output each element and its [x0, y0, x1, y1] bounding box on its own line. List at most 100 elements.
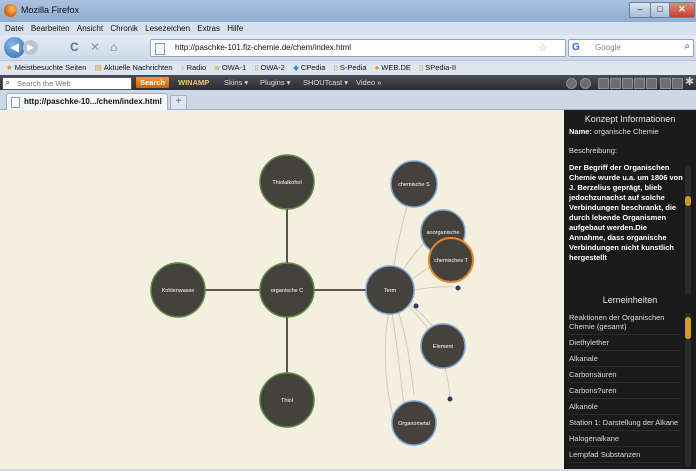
node-term[interactable]: Term: [365, 265, 415, 315]
graph-link: [389, 299, 406, 416]
navigation-bar: ◀ ▶ C ✕ ⌂ http://paschke-101.fiz-chemie.…: [0, 35, 696, 60]
volume-button[interactable]: [672, 78, 683, 89]
list-item[interactable]: Alkanole: [569, 399, 681, 415]
node-chemisches-t[interactable]: chemisches T: [428, 237, 474, 283]
tab-bar: http://paschke-10.../chem/index.html +: [0, 90, 696, 110]
bookmark-cpedia[interactable]: ◆ CPedia: [293, 61, 325, 75]
menu-bar: Datei Bearbeiten Ansicht Chronik Lesezei…: [0, 22, 696, 35]
list-item[interactable]: Halogenalkane: [569, 431, 681, 447]
play-button[interactable]: [610, 78, 621, 89]
menu-lesezeichen[interactable]: Lesezeichen: [145, 22, 190, 35]
url-bar[interactable]: http://paschke-101.fiz-chemie.de/chem/in…: [150, 39, 566, 57]
window-title: Mozilla Firefox: [21, 5, 80, 15]
list-item[interactable]: Station 1: Darstellung der Alkane: [569, 415, 681, 431]
menu-hilfe[interactable]: Hilfe: [227, 22, 243, 35]
concept-graph-area: Thiolalkohol Kohlenwasse organische C Th…: [0, 110, 564, 469]
bookmark-meistbesuchte[interactable]: ★ Meistbesuchte Seiten: [6, 61, 86, 75]
page-icon: [155, 43, 165, 55]
concept-info-header: Konzept Informationen: [584, 114, 676, 124]
google-icon[interactable]: G: [572, 42, 580, 53]
owa-icon: w: [214, 63, 220, 72]
tab-label[interactable]: http://paschke-10.../chem/index.html: [24, 97, 162, 106]
page-icon: ▯: [254, 63, 259, 72]
concept-info-box: Name: organische Chemie Beschreibung: De…: [569, 125, 685, 295]
search-button[interactable]: Search: [136, 77, 169, 88]
cpedia-icon: ◆: [293, 63, 299, 72]
info-icon[interactable]: [566, 78, 577, 89]
close-button[interactable]: ✕: [669, 2, 695, 18]
search-input[interactable]: Google: [595, 43, 621, 52]
url-text[interactable]: http://paschke-101.fiz-chemie.de/chem/in…: [175, 43, 351, 52]
bookmark-star-icon[interactable]: ☆: [538, 41, 548, 54]
list-item[interactable]: Carbons?uren: [569, 383, 681, 399]
pause-button[interactable]: [622, 78, 633, 89]
bookmark-nachrichten[interactable]: ▤ Aktuelle Nachrichten: [95, 61, 173, 75]
node-chemische-s[interactable]: chemische S: [390, 160, 438, 208]
prev-button[interactable]: [598, 78, 609, 89]
back-button[interactable]: ◀: [4, 37, 25, 58]
maximize-button[interactable]: □: [650, 2, 670, 18]
webde-icon: ●: [374, 63, 380, 72]
svg-text:Element: Element: [433, 344, 454, 350]
eject-button[interactable]: [660, 78, 671, 89]
node-thiol[interactable]: Thiol: [259, 372, 315, 428]
node-organometal[interactable]: Organometal: [391, 400, 437, 446]
reload-icon[interactable]: C: [70, 40, 79, 55]
description-scrollbar[interactable]: [685, 166, 691, 294]
graph-dot: [447, 396, 453, 402]
rss-icon: ▤: [94, 63, 102, 72]
menu-datei[interactable]: Datei: [5, 22, 24, 35]
next-button[interactable]: [646, 78, 657, 89]
bookmark-spedia2[interactable]: ▯ SPedia-II: [419, 61, 456, 75]
radio-icon: ♪: [180, 63, 185, 72]
lerneinheiten-list: Reaktionen der Organischen Chemie (gesam…: [569, 310, 681, 469]
shoutcast-menu[interactable]: SHOUTcast ▾: [303, 77, 348, 88]
lerneinheiten-header: Lerneinheiten: [602, 295, 658, 305]
new-tab-button[interactable]: +: [170, 95, 187, 110]
bookmark-spedia[interactable]: ▯ S-Pedia: [334, 61, 367, 75]
menu-bearbeiten[interactable]: Bearbeiten: [31, 22, 70, 35]
bookmark-owa1[interactable]: w OWA-1: [214, 61, 246, 75]
stop-button[interactable]: [634, 78, 645, 89]
list-item[interactable]: Lernpfad Substanzen: [569, 447, 681, 463]
node-organische-chemie[interactable]: organische C: [259, 262, 315, 318]
list-item[interactable]: Alkanale: [569, 351, 681, 367]
menu-extras[interactable]: Extras: [197, 22, 220, 35]
tab-active[interactable]: http://paschke-10.../chem/index.html: [6, 93, 168, 110]
list-item[interactable]: Reaktionen der Organischen Chemie (gesam…: [569, 310, 681, 335]
scrollbar-thumb[interactable]: [685, 317, 691, 339]
stop-icon[interactable]: ✕: [90, 40, 100, 55]
bookmark-radio[interactable]: ♪ Radio: [181, 61, 206, 75]
list-item[interactable]: Diethylether: [569, 335, 681, 351]
node-kohlenwasse[interactable]: Kohlenwasse: [150, 262, 206, 318]
search-icon[interactable]: ⌕: [684, 41, 690, 52]
list-item[interactable]: Carbonsäuren: [569, 367, 681, 383]
list-scrollbar[interactable]: [685, 313, 691, 467]
svg-text:Term: Term: [384, 288, 397, 294]
forward-button[interactable]: ▶: [23, 40, 38, 55]
svg-text:organische C: organische C: [271, 288, 303, 294]
node-thiolalkohol[interactable]: Thiolalkohol: [259, 154, 315, 210]
minimize-button[interactable]: –: [629, 2, 651, 18]
video-menu[interactable]: Video »: [356, 77, 381, 88]
bookmark-webde[interactable]: ● WEB.DE: [375, 61, 411, 75]
svg-text:chemisches T: chemisches T: [434, 258, 468, 264]
winamp-toolbar: ⌕ Search the Web Search WINAMP Skins ▾ P…: [0, 75, 696, 90]
plugins-menu[interactable]: Plugins ▾: [260, 77, 290, 88]
power-icon[interactable]: [580, 78, 591, 89]
scrollbar-thumb[interactable]: [685, 196, 691, 206]
web-search-input[interactable]: Search the Web: [17, 79, 71, 88]
bookmark-owa2[interactable]: ▯ OWA-2: [254, 61, 284, 75]
page-icon: ▯: [333, 63, 338, 72]
settings-gear-icon[interactable]: ✱: [685, 75, 694, 88]
home-icon[interactable]: ⌂: [110, 40, 117, 55]
node-element[interactable]: Element: [420, 323, 466, 369]
menu-chronik[interactable]: Chronik: [110, 22, 138, 35]
svg-text:anorganische: anorganische: [426, 230, 459, 236]
svg-text:Organometal: Organometal: [398, 421, 430, 427]
skins-menu[interactable]: Skins ▾: [224, 77, 248, 88]
web-search-field[interactable]: ⌕ Search the Web: [2, 77, 132, 90]
search-box[interactable]: G Google ⌕: [568, 39, 694, 57]
winamp-logo[interactable]: WINAMP: [178, 77, 209, 88]
menu-ansicht[interactable]: Ansicht: [77, 22, 103, 35]
